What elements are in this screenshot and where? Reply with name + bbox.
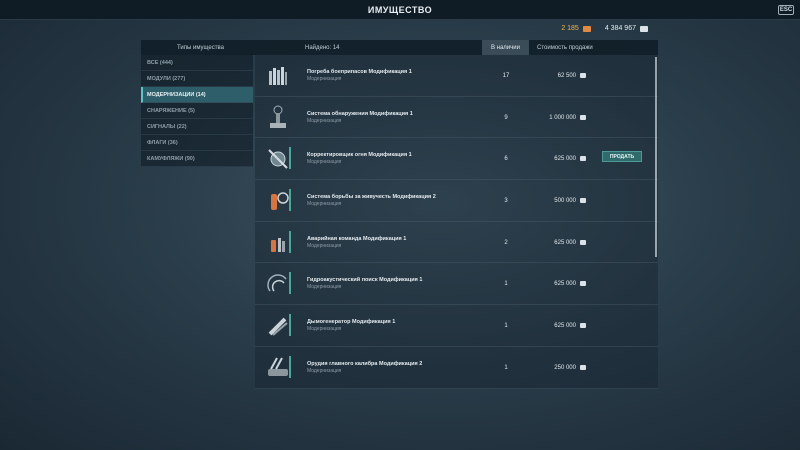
window-title: ИМУЩЕСТВО <box>367 4 433 15</box>
list-item[interactable]: Орудия главного калибра Модификация 2 Мо… <box>255 346 658 389</box>
item-count: 2 <box>504 239 508 246</box>
item-name: Аварийная команда Модификация 1 <box>307 235 407 242</box>
item-name: Орудия главного калибра Модификация 2 <box>307 360 423 367</box>
sidebar-item-modules[interactable]: МОДУЛИ (277) <box>141 71 253 87</box>
item-category: Модернизация <box>307 284 342 291</box>
list-item[interactable]: Система борьбы за живучесть Модификация … <box>255 180 658 222</box>
item-count: 1 <box>504 281 508 288</box>
item-name: Гидроакустический поиск Модификация 1 <box>307 277 423 284</box>
list-item[interactable]: Система обнаружения Модификация 1 Модерн… <box>255 96 658 139</box>
doubloons-value: 2 185 <box>561 25 579 32</box>
sidebar-item-consumables[interactable]: СНАРЯЖЕНИЕ (5) <box>141 103 253 119</box>
upgrade-slot-marker <box>289 189 291 212</box>
sidebar-item-signals[interactable]: СИГНАЛЫ (22) <box>141 119 253 135</box>
sort-sell-price-button[interactable]: Стоимость продажи <box>537 45 593 51</box>
doubloon-icon <box>582 25 591 32</box>
item-category: Модернизация <box>307 326 342 333</box>
item-price: 625 000 <box>554 156 576 163</box>
item-price: 1 000 000 <box>549 114 576 121</box>
item-count: 6 <box>504 156 508 163</box>
list-item[interactable]: Погреба боеприпасов Модификация 1 Модерн… <box>255 55 658 97</box>
table-header: Типы имущества Найдено: 14 В наличии Сто… <box>141 40 658 55</box>
item-price: 500 000 <box>554 198 576 205</box>
item-count: 9 <box>504 114 508 121</box>
item-price: 62 500 <box>557 73 576 79</box>
item-category: Модернизация <box>307 159 342 166</box>
upgrade-slot-marker <box>289 230 291 253</box>
item-name: Система обнаружения Модификация 1 <box>307 110 413 117</box>
upgrade-slot-marker <box>289 147 291 170</box>
sort-in-stock-button[interactable]: В наличии <box>482 40 529 55</box>
item-name: Система борьбы за живучесть Модификация … <box>307 194 436 201</box>
sidebar-item-upgrades[interactable]: МОДЕРНИЗАЦИИ (14) <box>141 87 253 103</box>
upgrade-slot-marker <box>289 272 291 295</box>
list-item[interactable]: Дымогенератор Модификация 1 Модернизация… <box>255 305 658 347</box>
item-category: Модернизация <box>307 76 342 82</box>
esc-close-button[interactable]: ESC <box>778 5 794 15</box>
doubloons-balance: 2 185 <box>561 25 591 32</box>
header-found-count: Найдено: 14 <box>305 44 340 51</box>
list-item[interactable]: Аварийная команда Модификация 1 Модерниз… <box>255 221 658 264</box>
item-price: 250 000 <box>554 364 576 371</box>
radar-tower-icon <box>270 105 286 128</box>
item-category: Модернизация <box>307 117 342 124</box>
credit-icon <box>580 198 586 204</box>
credit-icon <box>580 323 586 329</box>
upgrade-slot-marker <box>289 355 291 378</box>
item-name: Погреба боеприпасов Модификация 1 <box>307 69 412 75</box>
fire-extinguisher-icon <box>271 192 289 211</box>
credit-icon <box>640 25 648 32</box>
item-price: 625 000 <box>554 239 576 246</box>
item-category: Модернизация <box>307 367 342 374</box>
item-name: Корректировщик огня Модификация 1 <box>307 152 412 159</box>
upgrade-slot-marker <box>289 314 291 337</box>
currency-panel: 2 185 4 384 967 <box>561 25 648 32</box>
item-category: Модернизация <box>307 242 342 249</box>
credits-value: 4 384 967 <box>604 25 636 32</box>
list-item[interactable]: Гидроакустический поиск Модификация 1 Мо… <box>255 263 658 306</box>
item-count: 17 <box>502 73 510 79</box>
emergency-team-icon <box>271 237 285 252</box>
header-types: Типы имущества <box>177 44 224 51</box>
scrollbar-thumb[interactable] <box>655 57 657 257</box>
sell-button[interactable]: ПРОДАТЬ <box>602 151 642 163</box>
credit-icon <box>580 156 586 162</box>
item-price: 625 000 <box>554 323 576 330</box>
smoke-generator-icon <box>268 317 288 336</box>
sidebar-item-all[interactable]: ВСЕ (444) <box>141 55 253 71</box>
main-battery-icon <box>268 357 288 376</box>
top-bar: ИМУЩЕСТВО ESC <box>0 0 800 20</box>
item-count: 1 <box>504 323 508 330</box>
credit-icon <box>580 281 586 287</box>
sidebar-item-flags[interactable]: ФЛАГИ (36) <box>141 135 253 151</box>
aiming-system-icon <box>268 149 288 170</box>
list-item[interactable]: Корректировщик огня Модификация 1 Модерн… <box>255 138 658 181</box>
credits-balance: 4 384 967 <box>605 25 648 32</box>
item-price: 625 000 <box>554 281 576 288</box>
credit-icon <box>580 114 586 120</box>
credit-icon <box>580 364 586 370</box>
category-sidebar: ВСЕ (444) МОДУЛИ (277) МОДЕРНИЗАЦИИ (14)… <box>141 55 253 167</box>
item-count: 1 <box>504 364 508 371</box>
ammo-shells-icon <box>269 67 287 85</box>
credit-icon <box>580 73 586 78</box>
item-name: Дымогенератор Модификация 1 <box>307 319 396 326</box>
inventory-panel: Типы имущества Найдено: 14 В наличии Сто… <box>141 40 658 390</box>
items-list: Погреба боеприпасов Модификация 1 Модерн… <box>255 55 658 389</box>
item-count: 3 <box>504 198 508 205</box>
item-category: Модернизация <box>307 201 342 208</box>
sidebar-item-camouflages[interactable]: КАМУФЛЯЖИ (90) <box>141 151 253 167</box>
credit-icon <box>580 239 586 245</box>
hydroacoustic-icon <box>267 274 287 292</box>
